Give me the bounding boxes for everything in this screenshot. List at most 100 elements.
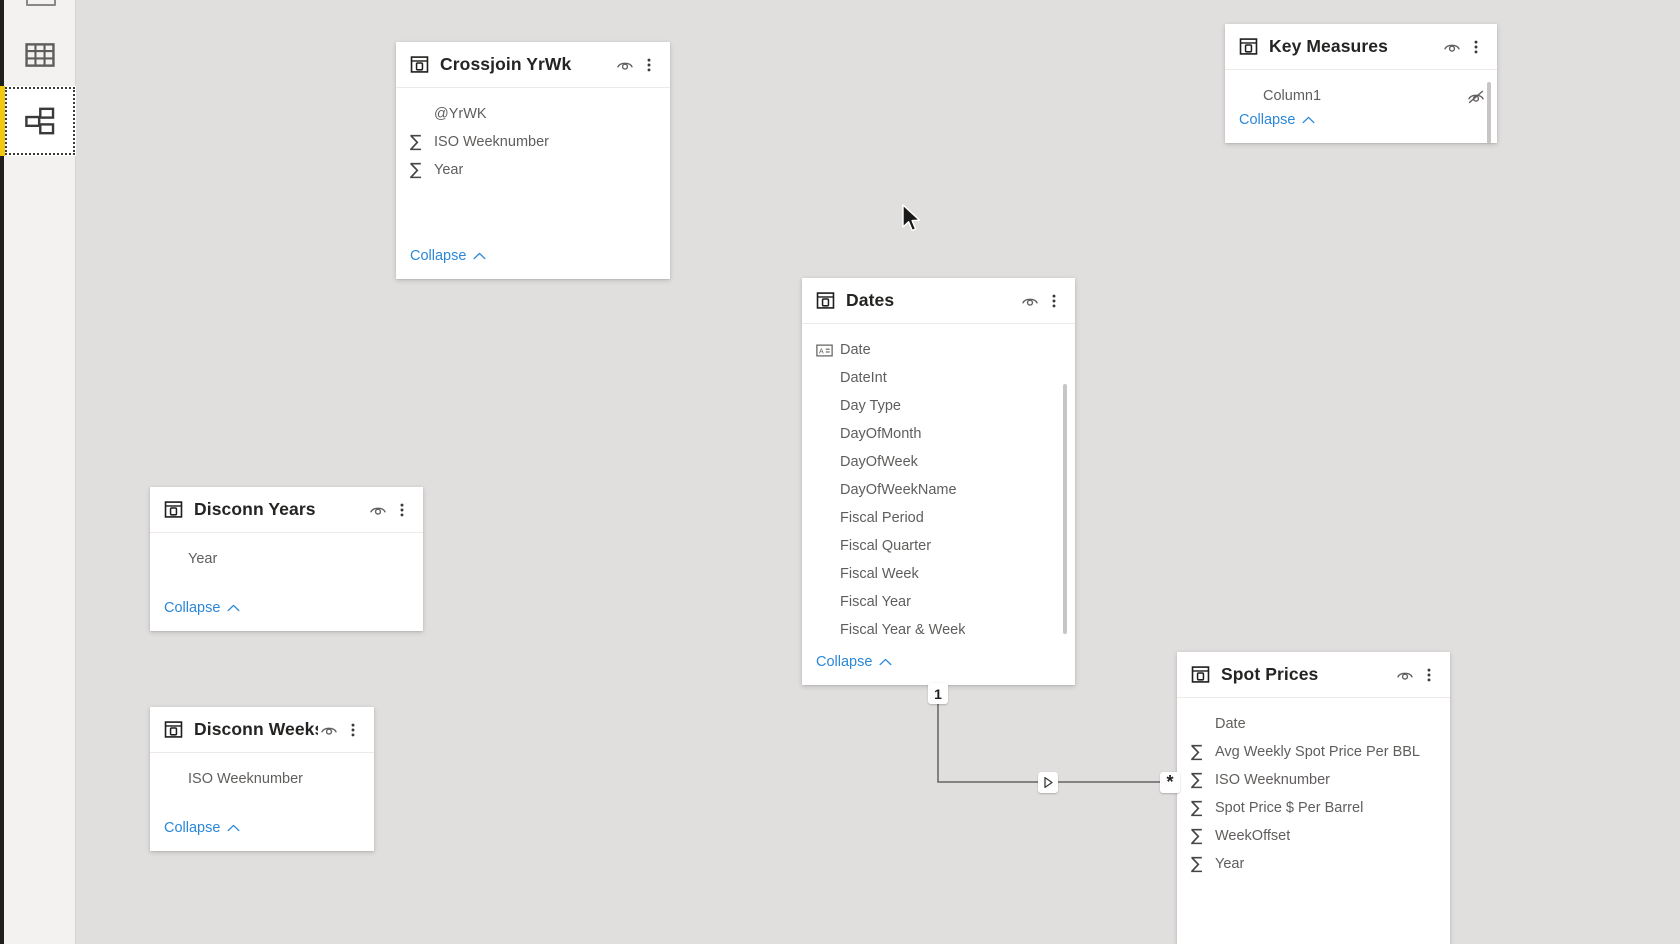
more-options-icon[interactable] [400, 502, 404, 518]
eye-icon[interactable] [1443, 39, 1461, 54]
field-row[interactable]: Year [150, 545, 423, 573]
field-row[interactable]: DateInt [802, 364, 1075, 392]
field-row[interactable]: ∑ WeekOffset [1177, 822, 1450, 850]
collapse-button[interactable]: Collapse [150, 813, 240, 843]
field-name: Column1 [1263, 88, 1322, 104]
table-card-header[interactable]: Key Measures [1225, 24, 1497, 70]
more-options-icon[interactable] [1427, 667, 1431, 683]
field-list-scrollbar[interactable] [1487, 82, 1491, 143]
toggle-visibility-button[interactable] [1394, 664, 1416, 686]
field-row[interactable]: ∑ ISO Weeknumber [396, 128, 670, 156]
table-card-header[interactable]: Spot Prices [1177, 652, 1450, 698]
table-field-list: @YrWK ∑ ISO Weeknumber ∑ Year [396, 88, 670, 250]
more-options-icon[interactable] [1052, 293, 1056, 309]
field-row[interactable]: Day Type [802, 392, 1075, 420]
eye-icon[interactable] [616, 57, 634, 72]
field-row[interactable]: Fiscal Week [802, 560, 1075, 588]
eye-icon[interactable] [1021, 293, 1039, 308]
toggle-visibility-button[interactable] [614, 54, 636, 76]
table-icon [816, 292, 835, 309]
field-name: DateInt [840, 370, 887, 386]
cardinality-one-badge: 1 [928, 683, 948, 704]
field-name: Year [1215, 856, 1245, 872]
field-row[interactable]: ∑ Year [1177, 850, 1450, 878]
mouse-cursor [902, 204, 921, 232]
collapse-label: Collapse [164, 820, 221, 836]
field-row[interactable]: DayOfWeek [802, 448, 1075, 476]
table-card-header[interactable]: Dates [802, 278, 1075, 324]
more-options-icon[interactable] [351, 722, 355, 738]
table-card-key-measures[interactable]: Key Measures Column1 Collapse [1225, 24, 1497, 143]
sidebar-item-model-view[interactable] [0, 86, 76, 156]
more-options-icon[interactable] [1474, 39, 1478, 55]
table-title: Disconn Weeks [194, 719, 318, 739]
table-more-menu-button[interactable] [1418, 664, 1440, 686]
table-field-list: Date ∑ Avg Weekly Spot Price Per BBL ∑ ISO W… [1177, 698, 1450, 944]
table-card-disconn-years[interactable]: Disconn Years Year Collapse [150, 487, 423, 631]
model-view-canvas[interactable]: Crossjoin YrWk @YrWK ∑ ISO Weeknumber ∑ Year C… [0, 0, 1680, 944]
sidebar-item-data-view[interactable] [4, 20, 76, 90]
sigma-aggregate-icon: ∑ [1191, 825, 1203, 846]
eye-hidden-icon[interactable] [1467, 89, 1485, 104]
field-row[interactable]: Date [1177, 710, 1450, 738]
collapse-button[interactable]: Collapse [396, 241, 486, 271]
field-row[interactable]: Fiscal Period [802, 504, 1075, 532]
toggle-visibility-button[interactable] [318, 719, 340, 741]
toggle-visibility-button[interactable] [367, 499, 389, 521]
table-more-menu-button[interactable] [391, 499, 413, 521]
table-more-menu-button[interactable] [1043, 290, 1065, 312]
table-card-header[interactable]: Disconn Weeks [150, 707, 374, 753]
text-field-icon-wrap: A [816, 344, 840, 357]
field-row[interactable]: Fiscal Year [802, 588, 1075, 616]
sigma-aggregate-icon: ∑ [410, 131, 422, 152]
table-card-crossjoin-yrwk[interactable]: Crossjoin YrWk @YrWK ∑ ISO Weeknumber ∑ Year C… [396, 42, 670, 279]
relationship-line-dates-spotprices[interactable] [937, 694, 1166, 783]
model-relationships-icon [25, 107, 55, 135]
table-header-actions [1441, 36, 1487, 58]
field-name: Spot Price $ Per Barrel [1215, 800, 1364, 816]
field-row[interactable]: Fiscal Quarter [802, 532, 1075, 560]
table-more-menu-button[interactable] [638, 54, 660, 76]
collapse-button[interactable]: Collapse [802, 647, 892, 677]
table-icon [164, 501, 183, 518]
field-row[interactable]: A Date [802, 336, 1075, 364]
field-row[interactable]: ISO Weeknumber [150, 765, 374, 793]
report-view-icon[interactable] [26, 0, 56, 6]
field-row[interactable]: Fiscal Year & Week [802, 616, 1075, 644]
field-name: Fiscal Year & Week [840, 622, 966, 638]
table-icon [1239, 38, 1258, 55]
table-card-disconn-weeks[interactable]: Disconn Weeks ISO Weeknumber Collapse [150, 707, 374, 851]
toggle-visibility-button[interactable] [1019, 290, 1041, 312]
field-hidden-toggle[interactable] [1467, 89, 1497, 104]
table-more-menu-button[interactable] [1465, 36, 1487, 58]
table-more-menu-button[interactable] [342, 719, 364, 741]
eye-icon[interactable] [320, 722, 338, 737]
collapse-button[interactable]: Collapse [1225, 105, 1315, 135]
table-icon [410, 56, 429, 73]
toggle-visibility-button[interactable] [1441, 36, 1463, 58]
field-row[interactable]: ∑ Spot Price $ Per Barrel [1177, 794, 1450, 822]
field-list-scrollbar[interactable] [1063, 384, 1067, 634]
field-name: Date [1215, 716, 1246, 732]
field-name: Year [434, 162, 464, 178]
more-options-icon[interactable] [647, 57, 651, 73]
field-row[interactable]: DayOfMonth [802, 420, 1075, 448]
field-name: Date [840, 342, 871, 358]
text-field-icon: A [816, 344, 833, 356]
table-card-spot-prices[interactable]: Spot Prices Date ∑ Avg Weekly Spot Price Pe… [1177, 652, 1450, 944]
collapse-label: Collapse [816, 654, 873, 670]
eye-icon[interactable] [369, 502, 387, 517]
field-row[interactable]: DayOfWeekName [802, 476, 1075, 504]
field-name: DayOfMonth [840, 426, 922, 442]
field-row[interactable]: @YrWK [396, 100, 670, 128]
field-name: Fiscal Week [840, 566, 919, 582]
field-row[interactable]: ∑ Year [396, 156, 670, 184]
collapse-button[interactable]: Collapse [150, 593, 240, 623]
table-card-header[interactable]: Crossjoin YrWk [396, 42, 670, 88]
field-row[interactable]: ∑ ISO Weeknumber [1177, 766, 1450, 794]
eye-icon[interactable] [1396, 667, 1414, 682]
table-title: Dates [846, 290, 895, 310]
field-row[interactable]: ∑ Avg Weekly Spot Price Per BBL [1177, 738, 1450, 766]
table-card-header[interactable]: Disconn Years [150, 487, 423, 533]
table-card-dates[interactable]: Dates A Date DateInt Day Type DayOfMonth DayOf… [802, 278, 1075, 685]
